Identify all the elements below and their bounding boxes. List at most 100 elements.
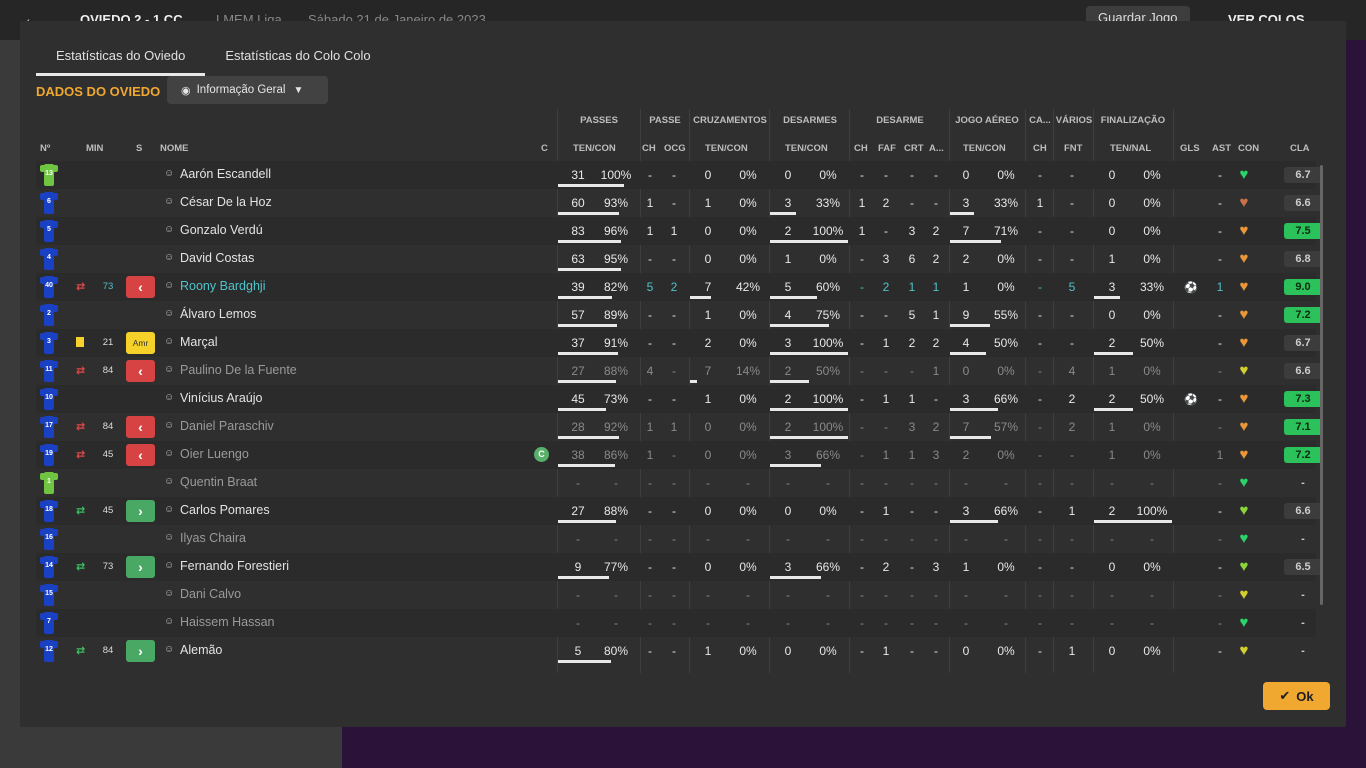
eye-icon: ◉ [181,84,191,97]
column-header-fnt[interactable]: FNT [1064,137,1082,161]
chevron-down-icon: ▼ [293,84,304,96]
desarme-a: - [934,588,938,602]
column-header-aereo-ten-con[interactable]: TEN/CON [963,137,1006,161]
ca-ch: - [1038,392,1042,406]
column-header-nome[interactable]: NOME [160,137,189,161]
shots-attempted: 0 [1108,196,1116,210]
column-header-ca-ch[interactable]: CH [1033,137,1047,161]
tackles-attempted: 3 [784,560,792,574]
passe-ch: 1 [646,196,654,210]
player-name[interactable]: Daniel Paraschiv [180,419,274,433]
player-name[interactable]: Quentin Braat [180,475,257,489]
table-row[interactable]: 17 ⇄ 84 ‹ ☺ Daniel Paraschiv 28 92% 1 1 0 0% 2 100% - -… [36,413,1320,441]
tab-colo-colo-stats[interactable]: Estatísticas do Colo Colo [205,39,390,76]
table-row[interactable]: 6 ☺ César De la Hoz 60 93% 1 - 1 0% 3 33% 1 2 - - 3 33% 1… [36,189,1320,217]
player-name[interactable]: Paulino De la Fuente [180,363,297,377]
player-name[interactable]: Oier Luengo [180,447,249,461]
table-row[interactable]: 14 ⇄ 73 › ☺ Fernando Forestieri 9 77% - - 0 0% 3 66% -… [36,553,1320,581]
crosses-attempted: 0 [704,168,712,182]
crosses-attempted: 1 [704,308,712,322]
table-scrollbar[interactable] [1320,165,1323,605]
column-header-desarmes-ten-con[interactable]: TEN/CON [785,137,828,161]
player-name[interactable]: César De la Hoz [180,195,272,209]
desarme-ch: - [860,616,864,630]
player-name[interactable]: David Costas [180,251,254,265]
crosses-pct: 0% [739,252,757,266]
desarme-faf: 1 [882,504,890,518]
player-name[interactable]: Ilyas Chaira [180,531,246,545]
table-row[interactable]: 10 ☺ Vinícius Araújo 45 73% - - 1 0% 2 100% - 1 1 - 3 66… [36,385,1320,413]
table-row[interactable]: 1 ☺ Quentin Braat - - - - - - - - - - - - - - - - - - - ♥ - [36,469,1316,497]
aerial-pct: 0% [997,560,1015,574]
table-row[interactable]: 12 ⇄ 84 › ☺ Alemão 5 80% - - 1 0% 0 0% - 1 - - 0 0% - 1 0 0% - ♥ - [36,637,1316,665]
column-header-s[interactable]: S [136,137,142,161]
sub-in-badge: › [126,556,155,578]
passes-pct: 77% [603,560,629,574]
column-header-c[interactable]: C [541,137,548,161]
desarme-crt: - [910,616,914,630]
column-header-con[interactable]: CON [1238,137,1259,161]
position-badge: Amr [126,332,155,354]
table-row[interactable]: 7 ☺ Haissem Hassan - - - - - - - - - - - - - - - - - - - ♥ - [36,609,1316,637]
substitution-icon: ⇄ [76,365,86,377]
column-header-desarme-a[interactable]: A... [929,137,944,161]
table-row[interactable]: 19 ⇄ 45 ‹ ☺ Oier Luengo C 38 86% 1 - 0 0% 3 66% - 1 1 3 2 0%… [36,441,1320,469]
aerial-pct: 57% [993,420,1019,434]
table-row[interactable]: 13 ☺ Aarón Escandell 31 100% - - 0 0% 0 0% - - - - 0 0% -… [36,161,1320,189]
column-header-no[interactable]: Nº [40,137,50,161]
aerial-pct: 0% [997,252,1015,266]
player-name[interactable]: Roony Bardghji [180,279,265,293]
player-name[interactable]: Haissem Hassan [180,615,274,629]
desarme-faf: - [884,476,888,490]
tab-oviedo-stats[interactable]: Estatísticas do Oviedo [36,39,206,76]
success-bar [558,464,615,467]
team-tabs: Estatísticas do Oviedo Estatísticas do C… [36,39,391,76]
condition-heart-icon: ♥ [1239,334,1249,351]
ok-button[interactable]: ✔ Ok [1263,682,1330,710]
column-header-cruz-ten-con[interactable]: TEN/CON [705,137,748,161]
goal-ball-icon: ⚽ [1184,394,1198,406]
player-name[interactable]: Dani Calvo [180,587,241,601]
column-header-desarme-crt[interactable]: CRT [904,137,924,161]
table-row[interactable]: 11 ⇄ 84 ‹ ☺ Paulino De la Fuente 27 88% 4-7 14% 2 5… [36,357,1320,385]
column-header-desarme-ch[interactable]: CH [854,137,868,161]
table-row[interactable]: 5 ☺ Gonzalo Verdú 83 96% 1 1 0 0% 2 100% 1-3 2 7 71% - -… [36,217,1320,245]
table-row[interactable]: 40 ⇄ 73 ‹ ☺ Roony Bardghji 39 82% 5 2 7 42% 5 60% - 2 1 1… [36,273,1320,301]
column-header-min[interactable]: MIN [86,137,103,161]
crosses-pct: 42% [735,280,761,294]
player-name[interactable]: Álvaro Lemos [180,307,256,321]
table-row[interactable]: 2 ☺ Álvaro Lemos 57 89% - - 1 0% 4 75% - - 5 1 9 55% - - 0 0… [36,301,1320,329]
player-name[interactable]: Vinícius Araújo [180,391,262,405]
column-header-ast[interactable]: AST [1212,137,1231,161]
shirt-number: 12 [45,646,53,653]
player-name[interactable]: Fernando Forestieri [180,559,289,573]
column-header-cla[interactable]: CLA [1290,137,1310,161]
column-header-passe-ch[interactable]: CH [642,137,656,161]
column-header-gls[interactable]: GLS [1180,137,1200,161]
passe-ocg: - [672,448,676,462]
column-header-passe-ocg[interactable]: OCG [664,137,686,161]
player-name[interactable]: Alemão [180,643,222,657]
player-name[interactable]: Carlos Pomares [180,503,270,517]
table-row[interactable]: 3 21 Amr ☺ Marçal 37 91% - - 2 0% 3 100% - 1 2 2 4 50% - - 2 5… [36,329,1320,357]
crosses-pct: - [746,532,750,546]
table-row[interactable]: 18 ⇄ 45 › ☺ Carlos Pomares 27 88% - - 0 0% 0 0% - 1 - - 3 6… [36,497,1320,525]
column-header-passes-ten-con[interactable]: TEN/CON [573,137,616,161]
desarme-ch: - [860,532,864,546]
view-select-dropdown[interactable]: ◉ Informação Geral ▼ [167,76,328,104]
tackles-attempted: 3 [784,448,792,462]
column-header-desarme-faf[interactable]: FAF [878,137,896,161]
player-name[interactable]: Marçal [180,335,218,349]
player-name[interactable]: Gonzalo Verdú [180,223,263,237]
column-header-fin-ten-nal[interactable]: TEN/NAL [1110,137,1151,161]
table-row[interactable]: 15 ☺ Dani Calvo - - - - - - - - - - - - - - - - - - - ♥ - [36,581,1316,609]
table-row[interactable]: 16 ☺ Ilyas Chaira - - - - - - - - - - - - - - - - - - - ♥ - [36,525,1316,553]
shirt-icon: 18 [40,500,58,522]
table-row[interactable]: 4 ☺ David Costas 63 95% - - 0 0% 1 0% - 3 6 2 2 0% - - 1 0% -… [36,245,1320,273]
ca-ch: - [1038,336,1042,350]
fnt: - [1070,336,1074,350]
crosses-pct: - [746,588,750,602]
tackles-attempted: 2 [784,392,792,406]
passe-ch: 4 [646,364,654,378]
player-name[interactable]: Aarón Escandell [180,167,271,181]
